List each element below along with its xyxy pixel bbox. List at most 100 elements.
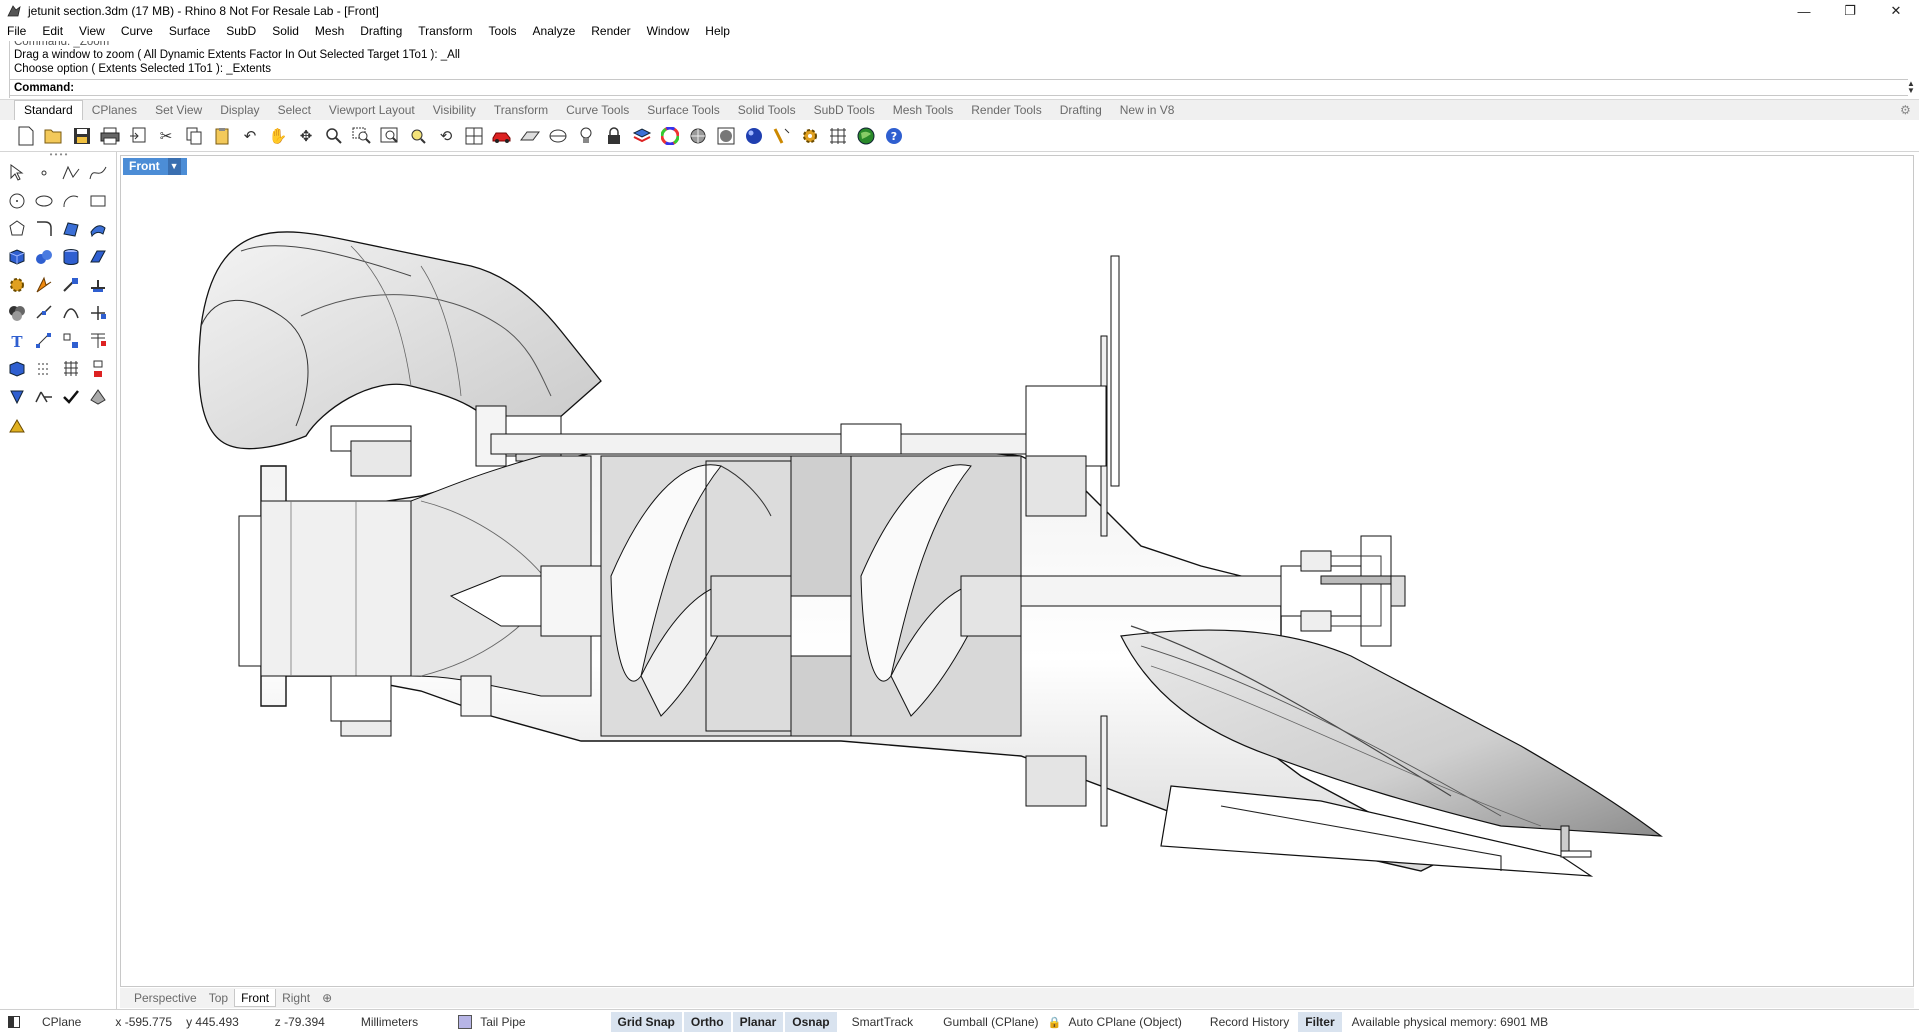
- zoom-window-icon[interactable]: [350, 124, 374, 148]
- menu-view[interactable]: View: [71, 24, 113, 38]
- solid-box-icon[interactable]: [4, 356, 30, 382]
- cplane-label[interactable]: CPlane: [42, 1015, 81, 1029]
- rebuild-icon[interactable]: [58, 300, 84, 326]
- curve-icon[interactable]: [85, 160, 111, 186]
- grid-snap-toggle[interactable]: Grid Snap: [610, 1011, 682, 1032]
- panel-toggle-icon[interactable]: [8, 1015, 20, 1028]
- split-icon[interactable]: [85, 272, 111, 298]
- boolean-icon[interactable]: [4, 300, 30, 326]
- tab-standard[interactable]: Standard: [14, 100, 83, 120]
- cplane-icon[interactable]: [518, 124, 542, 148]
- tab-render-tools[interactable]: Render Tools: [962, 101, 1051, 120]
- current-layer[interactable]: Tail Pipe: [458, 1014, 526, 1029]
- zoom-icon[interactable]: [322, 124, 346, 148]
- point-icon[interactable]: [31, 160, 57, 186]
- tab-surface-tools[interactable]: Surface Tools: [638, 101, 729, 120]
- new-icon[interactable]: [14, 124, 38, 148]
- add-viewport-icon[interactable]: ⊕: [316, 989, 338, 1007]
- tab-display[interactable]: Display: [211, 101, 268, 120]
- chevron-down-icon[interactable]: ▼: [167, 158, 181, 175]
- units-label[interactable]: Millimeters: [361, 1015, 418, 1029]
- smarttrack-toggle[interactable]: SmartTrack: [845, 1012, 921, 1032]
- dimension-tool-icon[interactable]: [31, 328, 57, 354]
- menu-window[interactable]: Window: [639, 24, 698, 38]
- front-viewport[interactable]: Front ▼: [120, 155, 1914, 987]
- menu-tools[interactable]: Tools: [481, 24, 525, 38]
- command-scroll-arrows-icon[interactable]: ▲ ▼: [1906, 80, 1916, 96]
- rectangle-icon[interactable]: [85, 188, 111, 214]
- block-icon[interactable]: [85, 356, 111, 382]
- zoom-extents-icon[interactable]: [378, 124, 402, 148]
- tab-subd-tools[interactable]: SubD Tools: [805, 101, 884, 120]
- menu-drafting[interactable]: Drafting: [352, 24, 410, 38]
- tab-cplanes[interactable]: CPlanes: [83, 101, 146, 120]
- color-wheel-icon[interactable]: [658, 124, 682, 148]
- rotate-view-icon[interactable]: ✥: [294, 124, 318, 148]
- four-viewports-icon[interactable]: [462, 124, 486, 148]
- drafting-icon[interactable]: [4, 412, 30, 438]
- fillet-icon[interactable]: [31, 216, 57, 242]
- sweep-icon[interactable]: [85, 216, 111, 242]
- select-arrow-icon[interactable]: [4, 160, 30, 186]
- import-icon[interactable]: [126, 124, 150, 148]
- grip-dots-icon[interactable]: • • • •: [0, 151, 117, 160]
- gear-icon[interactable]: ⚙: [1900, 103, 1914, 117]
- box-icon[interactable]: [4, 244, 30, 270]
- tab-solid-tools[interactable]: Solid Tools: [729, 101, 805, 120]
- layer-icon[interactable]: [630, 124, 654, 148]
- menu-transform[interactable]: Transform: [410, 24, 480, 38]
- menu-mesh[interactable]: Mesh: [307, 24, 352, 38]
- rotate-icon[interactable]: ⟲: [434, 124, 458, 148]
- layout-icon[interactable]: [4, 384, 30, 410]
- menu-edit[interactable]: Edit: [34, 24, 71, 38]
- join-icon[interactable]: [31, 300, 57, 326]
- blue-sphere-icon[interactable]: [742, 124, 766, 148]
- tab-curve-tools[interactable]: Curve Tools: [557, 101, 638, 120]
- tab-select[interactable]: Select: [269, 101, 320, 120]
- close-button[interactable]: ✕: [1873, 0, 1919, 22]
- menu-curve[interactable]: Curve: [113, 24, 161, 38]
- tab-top[interactable]: Top: [203, 989, 234, 1007]
- render-sphere-icon[interactable]: [714, 124, 738, 148]
- menu-surface[interactable]: Surface: [161, 24, 218, 38]
- menu-render[interactable]: Render: [583, 24, 638, 38]
- osnap-toggle[interactable]: Osnap: [785, 1011, 837, 1032]
- tab-front[interactable]: Front: [234, 989, 277, 1007]
- ortho-toggle[interactable]: Ortho: [683, 1011, 731, 1032]
- record-history-toggle[interactable]: Record History: [1203, 1012, 1296, 1032]
- menu-analyze[interactable]: Analyze: [525, 24, 584, 38]
- pan-icon[interactable]: ✋: [266, 124, 290, 148]
- analyze-icon[interactable]: [31, 384, 57, 410]
- help-icon[interactable]: ?: [882, 124, 906, 148]
- tab-transform[interactable]: Transform: [485, 101, 557, 120]
- tab-mesh-tools[interactable]: Mesh Tools: [884, 101, 962, 120]
- auto-cplane-toggle[interactable]: Auto CPlane (Object): [1062, 1012, 1189, 1032]
- menu-file[interactable]: File: [0, 24, 34, 38]
- minimize-button[interactable]: —: [1781, 0, 1827, 22]
- spheres-icon[interactable]: [31, 244, 57, 270]
- array-icon[interactable]: [58, 328, 84, 354]
- undo-icon[interactable]: ↶: [238, 124, 262, 148]
- arc-icon[interactable]: [58, 188, 84, 214]
- gumball-toggle[interactable]: Gumball (CPlane): [936, 1012, 1045, 1032]
- viewport-label[interactable]: Front ▼: [123, 158, 187, 175]
- zoom-selected-icon[interactable]: [406, 124, 430, 148]
- menu-help[interactable]: Help: [697, 24, 738, 38]
- cut-icon[interactable]: ✂: [154, 124, 178, 148]
- points-grid-icon[interactable]: [58, 356, 84, 382]
- check-icon[interactable]: [58, 384, 84, 410]
- mesh-icon[interactable]: [85, 384, 111, 410]
- ellipse-icon[interactable]: [31, 188, 57, 214]
- circle-icon[interactable]: [4, 188, 30, 214]
- globe-icon[interactable]: [854, 124, 878, 148]
- copy-icon[interactable]: [182, 124, 206, 148]
- tab-perspective[interactable]: Perspective: [128, 989, 203, 1007]
- paste-icon[interactable]: [210, 124, 234, 148]
- car-icon[interactable]: [490, 124, 514, 148]
- menu-subd[interactable]: SubD: [218, 24, 264, 38]
- move-icon[interactable]: [85, 300, 111, 326]
- surface-icon[interactable]: [58, 216, 84, 242]
- command-input[interactable]: Command:: [10, 79, 1908, 96]
- tab-drafting[interactable]: Drafting: [1051, 101, 1111, 120]
- dimension-icon[interactable]: [546, 124, 570, 148]
